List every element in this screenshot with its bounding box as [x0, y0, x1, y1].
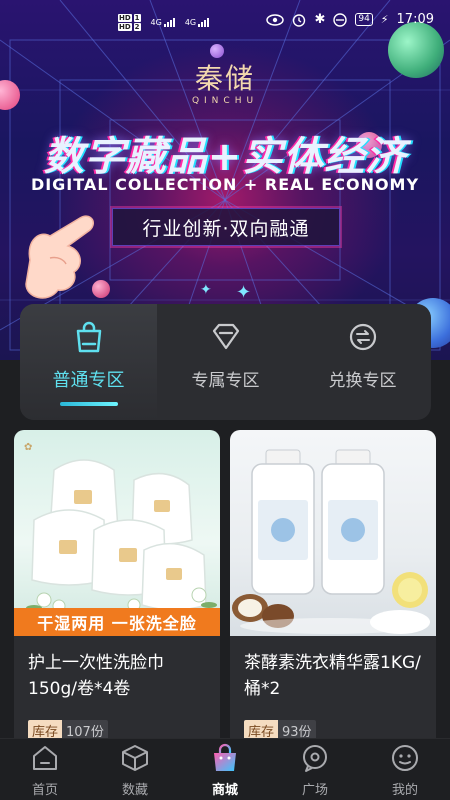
tab-label: 普通专区 [52, 370, 125, 391]
network-2: 4G [184, 18, 210, 27]
detergent-bottles-illustration [232, 449, 430, 634]
bottom-navigation: 首页 数藏 商城 广场 我的 [0, 738, 450, 800]
bluetooth-icon: ✱ [314, 12, 326, 27]
cube-icon [122, 745, 148, 771]
tab-label: 兑换专区 [328, 371, 397, 391]
product-image [230, 430, 436, 636]
alarm-icon [293, 13, 306, 27]
nav-label: 首页 [31, 783, 58, 798]
nav-label: 商城 [211, 783, 238, 798]
nav-collections[interactable]: 数藏 [90, 739, 180, 800]
product-title: 护上一次性洗脸巾150g/卷*4卷 [28, 653, 164, 699]
tab-active-indicator [59, 402, 118, 406]
status-bar: HD 1 HD 2 4G 4G ✱ 94 ⚡ 17:09 [0, 0, 450, 40]
product-image: ✿ 干湿两用 一张洗全脸 [14, 430, 220, 636]
banner-slogan: 行业创新·双向融通 [112, 208, 340, 246]
tab-label: 专属专区 [191, 371, 260, 391]
dnd-icon [333, 12, 348, 27]
nav-label: 数藏 [121, 783, 148, 798]
network-1: 4G [151, 18, 175, 27]
network-type: 4G [150, 18, 162, 27]
sim-indicators: HD 1 HD 2 [118, 14, 141, 31]
status-icons: ✱ 94 ⚡ 17:09 [266, 12, 434, 27]
decorative-orb [210, 44, 224, 58]
exchange-icon [349, 323, 376, 351]
nav-home[interactable]: 首页 [0, 739, 90, 800]
clock: 17:09 [396, 12, 434, 27]
brand-logo: 秦储 QINCHU [185, 62, 265, 107]
tab-exchange-zone[interactable]: 兑换专区 [294, 304, 431, 420]
battery-icon: 94 [355, 13, 373, 26]
nav-profile[interactable]: 我的 [360, 739, 450, 800]
nav-label: 我的 [391, 783, 418, 798]
hd-badge: HD [118, 14, 132, 22]
zone-tabs: 普通专区 专属专区 兑换专区 [20, 304, 431, 420]
logo-chinese: 秦储 [194, 62, 255, 95]
signal-area: HD 1 HD 2 4G 4G [118, 14, 210, 31]
signal-icon [163, 18, 175, 27]
tab-regular-zone[interactable]: 普通专区 [20, 304, 157, 420]
promo-banner: 干湿两用 一张洗全脸 [14, 608, 220, 636]
chat-bubble-icon [303, 745, 327, 772]
smiley-icon [392, 745, 418, 771]
tab-exclusive-zone[interactable]: 专属专区 [157, 304, 294, 420]
banner-headline: 数字藏品+实体经济 [43, 134, 407, 180]
sim-icon: 1 [133, 14, 141, 22]
sim-icon: 2 [133, 23, 141, 31]
signal-icon [198, 18, 210, 27]
sparkle-icon: ✦ [236, 282, 252, 303]
product-title: 茶酵素洗衣精华露1KG/桶*2 [244, 653, 421, 699]
tissue-rolls-illustration: ✿ [24, 442, 217, 613]
banner-subline: DIGITAL COLLECTION + REAL ECONOMY [30, 175, 420, 194]
nav-square[interactable]: 广场 [270, 739, 360, 800]
logo-english: QINCHU [191, 96, 259, 106]
shopping-bag-icon [214, 743, 236, 771]
diamond-icon [212, 323, 239, 350]
nav-label: 广场 [301, 783, 328, 798]
shopping-bag-icon [76, 321, 101, 353]
eye-icon [266, 13, 285, 26]
home-icon [33, 746, 57, 770]
product-card[interactable]: 茶酵素洗衣精华露1KG/桶*2 库存 93份 [230, 430, 436, 750]
svg-text:✿: ✿ [24, 442, 32, 453]
hd-badge: HD [118, 23, 132, 31]
charging-icon: ⚡ [380, 13, 389, 26]
sparkle-icon: ✦ [200, 282, 212, 298]
product-card[interactable]: ✿ 干湿两用 一张洗全脸 护上一次性洗脸巾150g/卷*4卷 库存 107份 [14, 430, 220, 750]
nav-mall[interactable]: 商城 [180, 739, 270, 800]
network-type: 4G [184, 18, 197, 27]
pointing-hand-icon [25, 215, 94, 299]
